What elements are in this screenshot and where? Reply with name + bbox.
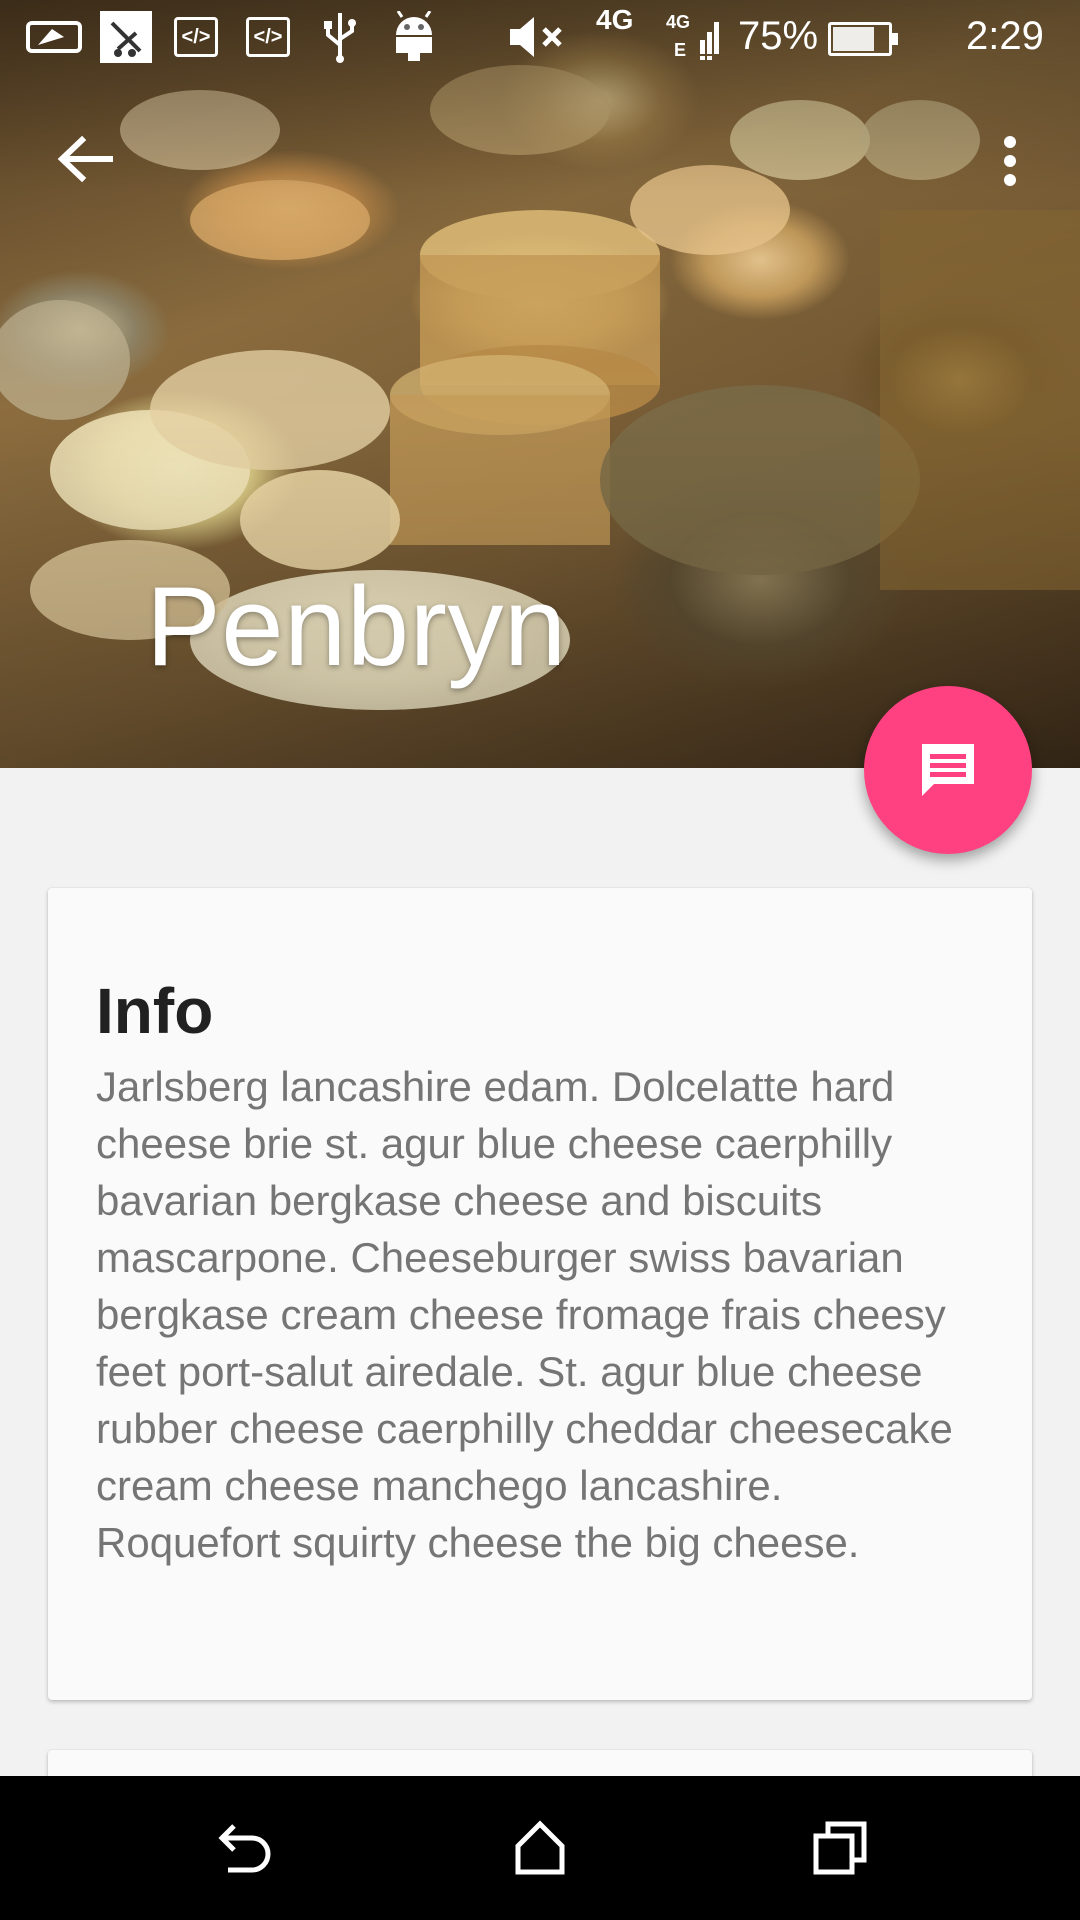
recents-icon	[813, 1821, 867, 1875]
card-title: Info	[96, 975, 214, 1047]
nav-recents-button[interactable]	[800, 1808, 880, 1888]
home-icon	[515, 1820, 565, 1875]
battery-charging-icon	[828, 22, 898, 56]
header-image: Penbryn	[0, 0, 1080, 768]
code-icon: </>	[174, 12, 218, 62]
code-icon: </>	[246, 12, 290, 62]
navigation-bar	[0, 1776, 1080, 1920]
nav-back-icon	[218, 1824, 271, 1873]
more-options-button[interactable]	[990, 126, 1030, 196]
status-bar: </> </> 4G 4G E 75% 2:29	[0, 0, 1080, 76]
android-debug-icon	[392, 11, 436, 62]
nav-back-button[interactable]	[202, 1808, 282, 1888]
volume-mute-icon	[506, 12, 570, 62]
signal-sub-label: E	[674, 40, 687, 60]
message-icon	[922, 744, 974, 796]
page-title: Penbryn	[146, 564, 567, 689]
battery-percent: 75%	[738, 14, 819, 58]
network-type: 4G	[596, 4, 634, 35]
card-body-text: Jarlsberg lancashire edam. Dolcelatte ha…	[96, 1063, 953, 1566]
usb-icon	[320, 12, 360, 63]
message-fab[interactable]	[864, 686, 1032, 854]
arrow-back-icon	[57, 135, 113, 183]
signal-label: 4G	[666, 12, 691, 32]
vpn-key-icon	[24, 12, 84, 62]
no-call-icon	[98, 11, 154, 63]
clock: 2:29	[966, 14, 1044, 58]
info-card: Info Jarlsberg lancashire edam. Dolcelat…	[48, 888, 1032, 1700]
back-button[interactable]	[50, 126, 120, 196]
nav-home-button[interactable]	[500, 1808, 580, 1888]
